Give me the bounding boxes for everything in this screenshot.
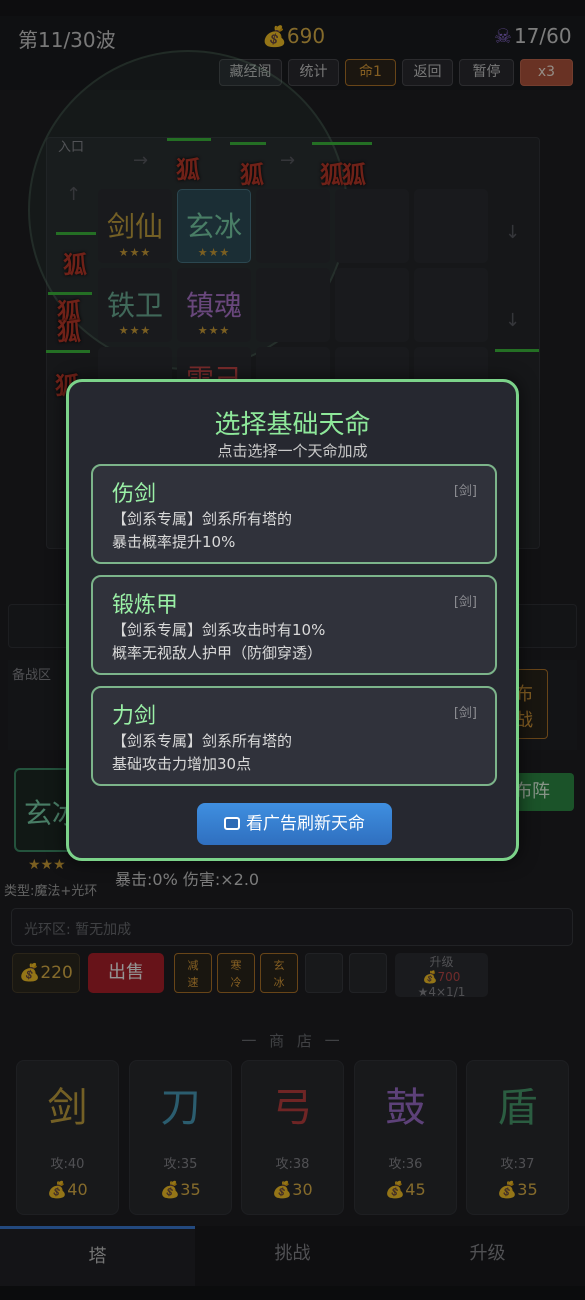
fate-description: 【剑系专属】剑系攻击时有10% 概率无视敌人护甲（防御穿透） <box>112 619 482 665</box>
fate-description: 【剑系专属】剑系所有塔的 暴击概率提升10% <box>112 508 482 554</box>
fate-description-line: 概率无视敌人护甲（防御穿透） <box>112 644 323 662</box>
watch-ad-refresh-button[interactable]: 看广告刷新天命 <box>197 803 392 845</box>
fate-description-line: 【剑系专属】剑系所有塔的 <box>112 732 293 750</box>
fate-card[interactable]: 伤剑 [剑] 【剑系专属】剑系所有塔的 暴击概率提升10% <box>91 464 497 564</box>
modal-title: 选择基础天命 <box>214 410 371 440</box>
fate-tag: [剑] <box>453 706 477 721</box>
fate-description-line: 【剑系专属】剑系攻击时有10% <box>112 621 326 639</box>
fate-card[interactable]: 锻炼甲 [剑] 【剑系专属】剑系攻击时有10% 概率无视敌人护甲（防御穿透） <box>91 575 497 675</box>
fate-description-line: 【剑系专属】剑系所有塔的 <box>112 510 293 528</box>
fate-select-modal: 选择基础天命 点击选择一个天命加成 伤剑 [剑] 【剑系专属】剑系所有塔的 暴击… <box>66 379 519 861</box>
fate-description-line: 基础攻击力增加30点 <box>112 755 252 773</box>
fate-tag: [剑] <box>453 595 477 610</box>
modal-subtitle: 点击选择一个天命加成 <box>217 442 368 460</box>
fate-description-line: 暴击概率提升10% <box>112 533 236 551</box>
fate-name: 伤剑 <box>112 482 157 507</box>
fate-name: 锻炼甲 <box>112 593 179 618</box>
watch-ad-label: 看广告刷新天命 <box>246 814 365 834</box>
fate-tag: [剑] <box>453 484 477 499</box>
fate-card[interactable]: 力剑 [剑] 【剑系专属】剑系所有塔的 基础攻击力增加30点 <box>91 686 497 786</box>
fate-description: 【剑系专属】剑系所有塔的 基础攻击力增加30点 <box>112 730 482 776</box>
tv-icon <box>224 817 240 830</box>
fate-name: 力剑 <box>112 704 157 729</box>
game-screen: 第11/30波 💰690 ☠ 17/60 藏经阁 统计 命1 返回 暂停 x3 入… <box>0 0 585 1300</box>
